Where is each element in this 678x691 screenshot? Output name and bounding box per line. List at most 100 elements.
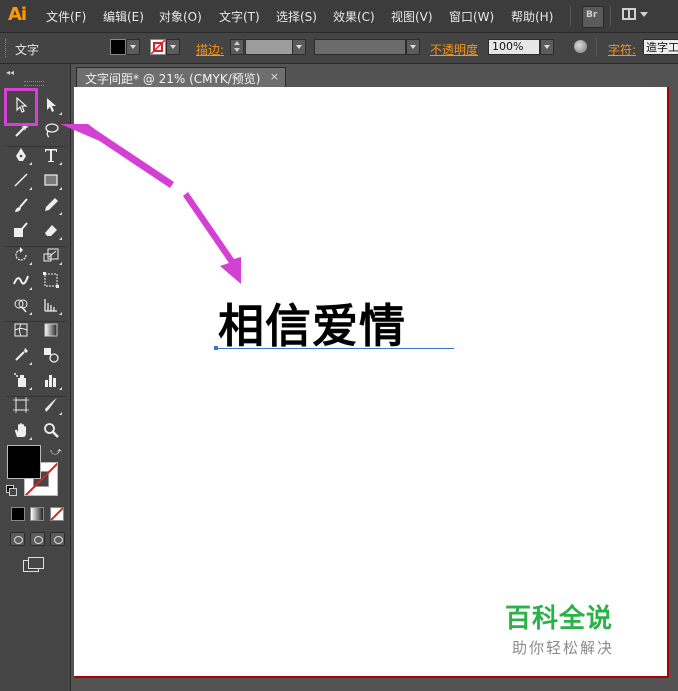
blob-brush-tool[interactable] — [9, 219, 33, 241]
character-label[interactable]: 字符: — [608, 41, 636, 58]
menu-view[interactable]: 视图(V) — [391, 8, 433, 25]
rectangle-icon — [44, 174, 58, 186]
text-baseline — [216, 348, 454, 349]
more-tools-indicator — [59, 387, 62, 390]
width-tool[interactable] — [9, 269, 33, 291]
blend-tool[interactable] — [39, 344, 63, 366]
shape-builder-tool[interactable] — [9, 294, 33, 316]
stroke-weight-dropdown[interactable] — [292, 39, 306, 55]
opacity-label[interactable]: 不透明度 — [430, 41, 478, 58]
more-tools-indicator — [29, 362, 32, 365]
fill-swatch[interactable] — [110, 39, 126, 55]
scale-icon — [43, 248, 59, 262]
menu-window[interactable]: 窗口(W) — [449, 8, 494, 25]
recolor-icon[interactable] — [574, 40, 587, 53]
font-family-field[interactable]: 造字工 — [643, 39, 678, 55]
eraser-icon — [45, 225, 57, 236]
rotate-icon — [15, 247, 27, 261]
opacity-field[interactable]: 100% — [488, 39, 540, 55]
pencil-tool[interactable] — [39, 194, 63, 216]
gradient-mode-button[interactable] — [30, 507, 44, 521]
draw-behind-button[interactable] — [30, 532, 45, 546]
tools-panel: ◂◂ ⤻ — [0, 64, 71, 691]
stroke-label[interactable]: 描边: — [196, 41, 224, 58]
more-tools-indicator — [59, 212, 62, 215]
artboard-tool[interactable] — [9, 394, 33, 416]
stroke-dropdown[interactable] — [166, 39, 180, 55]
menu-type[interactable]: 文字(T) — [219, 8, 260, 25]
none-mode-button[interactable] — [50, 507, 64, 521]
more-tools-indicator — [29, 387, 32, 390]
lasso-tool[interactable] — [39, 119, 63, 141]
paintbrush-tool[interactable] — [9, 194, 33, 216]
menu-object[interactable]: 对象(O) — [159, 8, 202, 25]
stroke-weight-spinner[interactable] — [230, 39, 244, 55]
more-tools-indicator — [29, 262, 32, 265]
rotate-tool[interactable] — [9, 244, 33, 266]
menu-file[interactable]: 文件(F) — [46, 8, 86, 25]
default-fill-stroke-icon[interactable] — [6, 485, 17, 496]
symbol-sprayer-tool[interactable] — [9, 369, 33, 391]
hand-tool[interactable] — [9, 419, 33, 441]
stroke-swatch[interactable] — [150, 39, 166, 55]
column-graph-icon — [45, 375, 56, 387]
menu-select[interactable]: 选择(S) — [276, 8, 317, 25]
stroke-weight-field[interactable] — [245, 39, 293, 55]
control-separator — [596, 37, 597, 57]
close-icon[interactable]: × — [270, 70, 279, 83]
eraser-tool[interactable] — [39, 219, 63, 241]
profile-dropdown[interactable] — [406, 39, 420, 55]
draw-normal-button[interactable] — [10, 532, 25, 546]
perspective-grid-tool[interactable] — [39, 294, 63, 316]
collapse-icon[interactable]: ◂◂ — [6, 68, 14, 77]
width-tool-icon — [13, 275, 29, 285]
opacity-dropdown[interactable] — [540, 39, 554, 55]
artboard[interactable] — [74, 87, 669, 678]
more-tools-indicator — [59, 412, 62, 415]
text-anchor-point[interactable] — [214, 346, 218, 350]
fill-dropdown[interactable] — [126, 39, 140, 55]
scale-tool[interactable] — [39, 244, 63, 266]
menu-edit[interactable]: 编辑(E) — [103, 8, 144, 25]
slice-tool[interactable] — [39, 394, 63, 416]
lasso-icon — [45, 123, 59, 138]
zoom-tool[interactable] — [39, 419, 63, 441]
more-tools-indicator — [59, 262, 62, 265]
draw-inside-button[interactable] — [50, 532, 65, 546]
artboard-icon — [13, 397, 29, 413]
blend-icon — [44, 348, 59, 363]
panel-grip[interactable] — [5, 39, 8, 57]
mesh-icon — [14, 323, 28, 337]
line-segment-tool[interactable] — [9, 169, 33, 191]
direct-selection-tool[interactable] — [39, 94, 63, 116]
color-mode-button[interactable] — [11, 507, 25, 521]
gradient-icon — [44, 323, 58, 337]
more-tools-indicator — [59, 112, 62, 115]
fill-color-front[interactable] — [7, 445, 41, 479]
rectangle-tool[interactable] — [39, 169, 63, 191]
screen-mode-button[interactable] — [23, 557, 45, 572]
more-tools-indicator — [59, 187, 62, 190]
menu-effect[interactable]: 效果(C) — [333, 8, 375, 25]
variable-width-profile[interactable] — [314, 39, 406, 55]
swap-fill-stroke-icon[interactable]: ⤻ — [50, 445, 62, 459]
bridge-button[interactable]: Br — [582, 6, 604, 28]
type-tool[interactable] — [39, 144, 63, 166]
perspective-grid-icon — [44, 299, 57, 312]
panel-grip[interactable] — [24, 81, 44, 86]
symbol-sprayer-icon — [14, 373, 26, 387]
gradient-tool[interactable] — [39, 319, 63, 341]
text-object[interactable]: 相信爱情 — [218, 298, 406, 354]
app-logo: Ai — [8, 4, 27, 25]
menu-help[interactable]: 帮助(H) — [511, 8, 553, 25]
free-transform-tool[interactable] — [39, 269, 63, 291]
mesh-tool[interactable] — [9, 319, 33, 341]
workspace-switcher-button[interactable] — [622, 8, 648, 24]
pen-tool[interactable] — [9, 144, 33, 166]
document-tab[interactable]: 文字间距* @ 21% (CMYK/预览) × — [76, 67, 286, 87]
eyedropper-tool[interactable] — [9, 344, 33, 366]
column-graph-tool[interactable] — [39, 369, 63, 391]
more-tools-indicator — [59, 237, 62, 240]
document-tab-title: 文字间距* @ 21% (CMYK/预览) — [85, 72, 261, 86]
type-t-icon — [45, 149, 57, 162]
